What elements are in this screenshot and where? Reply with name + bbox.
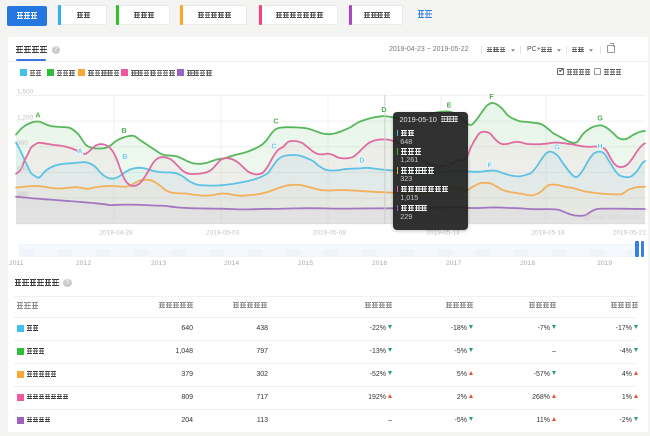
- svg-text:B: B: [121, 126, 126, 135]
- svg-text:2019-05-18: 2019-05-18: [531, 230, 565, 237]
- svg-text:@index.baidu.com: @index.baidu.com: [584, 214, 638, 221]
- svg-text:F: F: [488, 161, 493, 170]
- svg-text:E: E: [447, 101, 452, 110]
- svg-text:2019-05-03: 2019-05-03: [206, 230, 240, 237]
- svg-text:D: D: [381, 105, 386, 114]
- svg-text:2019-04-28: 2019-04-28: [99, 230, 133, 237]
- svg-text:2019-05-08: 2019-05-08: [313, 230, 347, 237]
- svg-text:600: 600: [17, 166, 28, 173]
- svg-text:A: A: [35, 111, 40, 120]
- svg-text:2019-05-22: 2019-05-22: [613, 230, 647, 237]
- svg-text:F: F: [489, 92, 494, 101]
- svg-text:1,200: 1,200: [17, 114, 34, 121]
- svg-text:A: A: [77, 147, 82, 156]
- svg-text:300: 300: [17, 191, 28, 198]
- svg-text:C: C: [273, 117, 278, 126]
- svg-text:B: B: [122, 152, 127, 161]
- svg-text:2019-05-13: 2019-05-13: [426, 230, 460, 237]
- svg-text:D: D: [359, 156, 364, 165]
- svg-text:900: 900: [17, 140, 28, 147]
- svg-text:H: H: [597, 142, 602, 151]
- svg-text:G: G: [554, 143, 560, 152]
- svg-text:C: C: [271, 142, 276, 151]
- svg-text:G: G: [597, 114, 603, 123]
- svg-text:1,500: 1,500: [17, 89, 34, 96]
